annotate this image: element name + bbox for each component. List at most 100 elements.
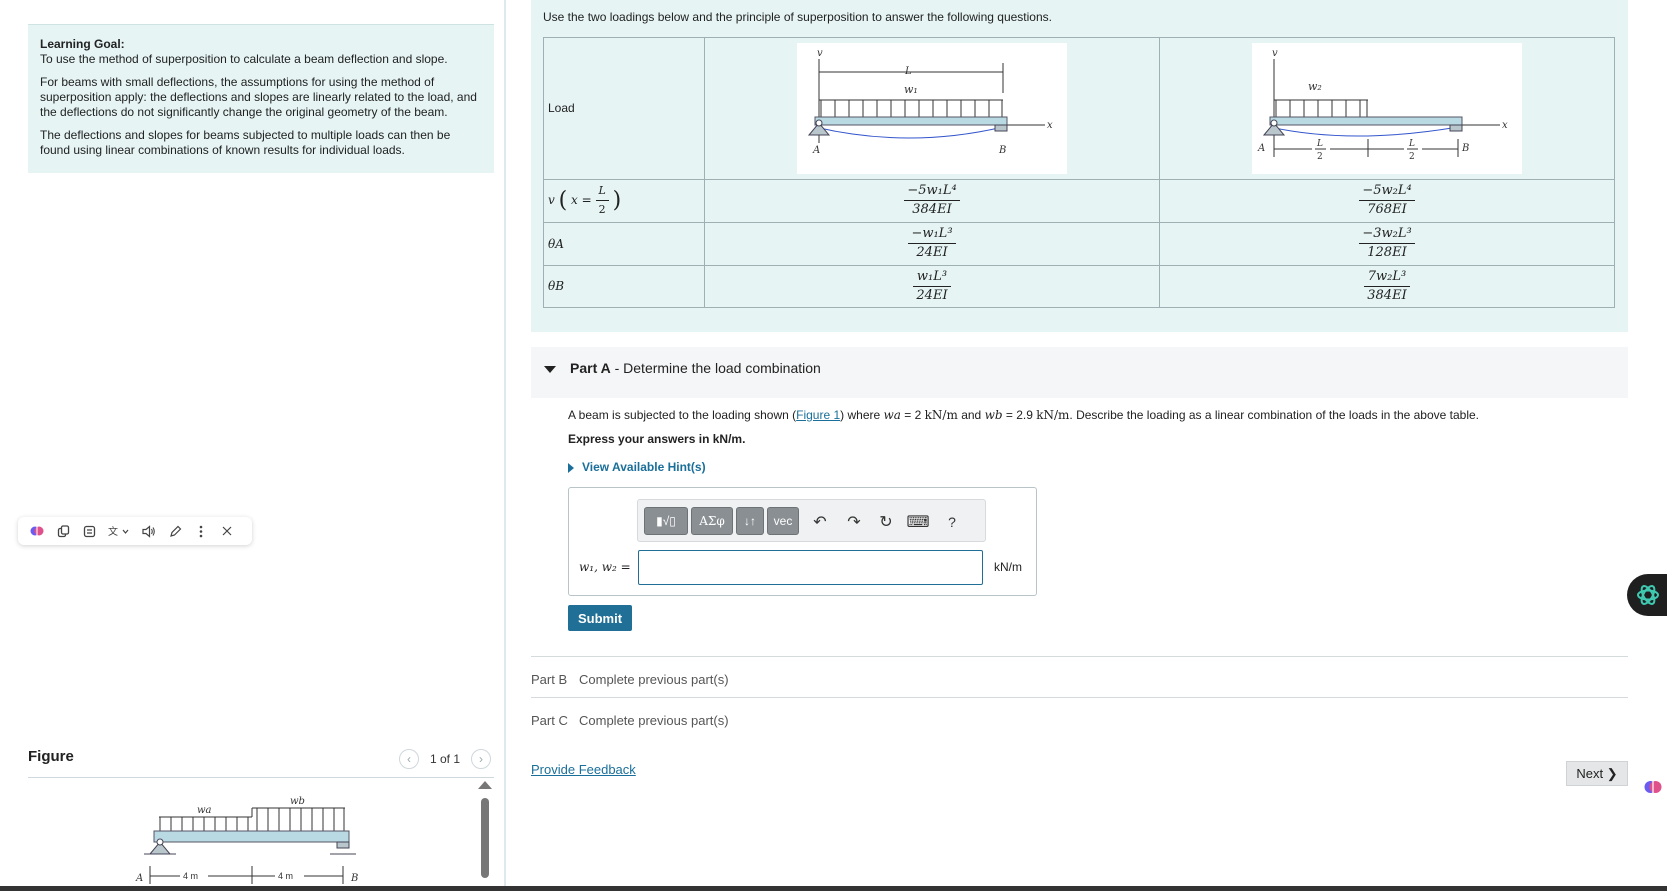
table-row-load: Load v L w₁ x A B v w₂ x A L 2 L 2 B	[543, 37, 1615, 180]
part-a-subtitle: - Determine the load combination	[610, 360, 821, 376]
figure-B-label: B	[350, 873, 358, 884]
problem-wa: wa	[883, 408, 901, 422]
greek-symbols-button[interactable]: AΣφ	[691, 507, 733, 535]
load1-w-label: w₁	[904, 83, 918, 96]
figure-scroll-up-arrow[interactable]	[478, 781, 492, 789]
problem-wb: wb	[984, 408, 1003, 422]
math-editor-toolbar: ▮√▯ AΣφ ↓↑ vec ↶ ↷ ↻ ⌨ ?	[637, 499, 986, 542]
load2-thetaA-num: −3w₂L³	[1359, 225, 1415, 245]
load1-B-label: B	[998, 145, 1006, 156]
learning-goal-title: Learning Goal:	[40, 37, 125, 51]
part-c-status: Complete previous part(s)	[579, 713, 729, 728]
learning-goal-line1: To use the method of superposition to ca…	[40, 52, 448, 66]
load2-half1-num: L	[1316, 139, 1323, 149]
load1-thetaA-den: 24EI	[916, 245, 948, 261]
row-header-thetaB: θB	[543, 264, 705, 309]
learning-goal-box: Learning Goal: To use the method of supe…	[28, 24, 494, 173]
load1-thetaB-num: w₁L³	[913, 268, 951, 287]
load2-deflection-den: 768EI	[1367, 202, 1407, 218]
translate-icon[interactable]: 文	[102, 518, 136, 544]
express-instructions: Express your answers in kN/m.	[568, 432, 746, 446]
load2-thetaB-num: 7w₂L³	[1364, 268, 1410, 287]
load1-deflection-cell: −5w₁L⁴ 384EI	[704, 178, 1160, 223]
load-1-cell: v L w₁ x A B	[704, 37, 1160, 180]
problem-statement: A beam is subjected to the loading shown…	[568, 408, 1479, 422]
row-v-x: x =	[571, 193, 592, 208]
problem-text-2: ) where	[840, 408, 884, 422]
problem-text-5: = 2.9	[1002, 408, 1037, 422]
figure-wb-label: wb	[290, 796, 305, 807]
load2-A-label: A	[1257, 143, 1265, 154]
table-row-thetaA: θA −w₁L³ 24EI −3w₂L³ 128EI	[543, 221, 1615, 266]
figure-1-link[interactable]: Figure 1	[796, 408, 840, 422]
figure-A-label: A	[135, 873, 143, 884]
learning-goal-para2: For beams with small deflections, the as…	[40, 75, 477, 119]
load1-v-label: v	[817, 48, 823, 59]
load2-thetaB-cell: 7w₂L³ 384EI	[1159, 264, 1615, 309]
submit-button[interactable]: Submit	[568, 605, 632, 631]
figure-1-beam-diagram: wa wb A B 4 m 4 m	[135, 796, 358, 884]
figure-pager-text: 1 of 1	[430, 752, 461, 766]
load1-x-label: x	[1047, 120, 1053, 131]
help-icon[interactable]: ?	[940, 510, 964, 534]
caret-right-icon[interactable]	[568, 462, 574, 473]
loads-table: Load v L w₁ x A B v w₂ x A L 2 L 2 B v (…	[543, 37, 1615, 309]
assistant-fab[interactable]	[1627, 574, 1667, 616]
reset-icon[interactable]: ↻	[874, 510, 898, 534]
keyboard-icon[interactable]: ⌨	[906, 510, 930, 534]
load2-half2-num: L	[1408, 139, 1415, 149]
close-icon[interactable]	[214, 518, 240, 544]
answer-label: w₁, w₂ =	[579, 560, 631, 574]
pen-icon[interactable]	[162, 518, 188, 544]
figure-prev-button[interactable]: ‹	[399, 749, 419, 769]
bottom-edge-bar	[0, 886, 1667, 891]
part-a-title: Part A - Determine the load combination	[570, 360, 821, 376]
load2-x-label: x	[1502, 120, 1508, 131]
vector-button[interactable]: vec	[767, 507, 799, 535]
part-c-label: Part C	[531, 713, 568, 728]
load2-v-label: v	[1272, 48, 1278, 59]
intro-text: Use the two loadings below and the princ…	[543, 10, 1052, 24]
undo-icon[interactable]: ↶	[808, 510, 832, 534]
load1-thetaB-den: 24EI	[916, 287, 948, 303]
svg-text:文: 文	[108, 525, 118, 538]
arrows-button[interactable]: ↓↑	[736, 507, 764, 535]
table-row-deflection: v ( x = L2 ) −5w₁L⁴ 384EI −5w₂L⁴ 768EI	[543, 178, 1615, 223]
brain-icon[interactable]	[1644, 778, 1662, 796]
provide-feedback-link[interactable]: Provide Feedback	[531, 762, 636, 777]
load2-half1-den: 2	[1317, 152, 1323, 162]
load2-thetaA-cell: −3w₂L³ 128EI	[1159, 221, 1615, 266]
load1-L-label: L	[904, 66, 912, 77]
load1-A-label: A	[812, 145, 820, 156]
templates-button[interactable]: ▮√▯	[644, 507, 688, 535]
view-hints-toggle[interactable]: View Available Hint(s)	[568, 460, 706, 474]
load2-w-label: w₂	[1308, 80, 1322, 93]
load1-deflection-den: 384EI	[912, 202, 952, 218]
answer-unit-label: kN/m	[994, 560, 1022, 574]
figure-dim2-label: 4 m	[278, 871, 293, 881]
answer-input[interactable]	[638, 550, 983, 585]
copy-icon[interactable]	[50, 518, 76, 544]
redo-icon[interactable]: ↷	[842, 510, 866, 534]
figure-scrollbar[interactable]	[481, 798, 489, 878]
more-icon[interactable]	[188, 518, 214, 544]
table-row-thetaB: θB w₁L³ 24EI 7w₂L³ 384EI	[543, 264, 1615, 309]
load2-deflection-cell: −5w₂L⁴ 768EI	[1159, 178, 1615, 223]
speaker-icon[interactable]	[136, 518, 162, 544]
part-b-status: Complete previous part(s)	[579, 672, 729, 687]
hint-label[interactable]: View Available Hint(s)	[582, 460, 706, 474]
problem-unit-2: kN/m	[1036, 408, 1070, 422]
load2-B-label: B	[1461, 143, 1469, 154]
row-header-deflection: v ( x = L2 )	[543, 178, 705, 223]
load2-deflection-num: −5w₂L⁴	[1359, 182, 1415, 202]
row-v-den: 2	[598, 203, 606, 217]
caret-down-icon[interactable]	[544, 366, 556, 373]
part-b-row: Part B Complete previous part(s)	[531, 656, 1628, 696]
figure-next-button[interactable]: ›	[471, 749, 491, 769]
part-a-header[interactable]: Part A - Determine the load combination	[531, 347, 1628, 398]
brain-icon[interactable]	[24, 518, 50, 544]
problem-text-3: = 2	[900, 408, 925, 422]
next-button[interactable]: Next ❯	[1566, 761, 1628, 786]
note-icon[interactable]	[76, 518, 102, 544]
part-c-row: Part C Complete previous part(s)	[531, 697, 1628, 737]
